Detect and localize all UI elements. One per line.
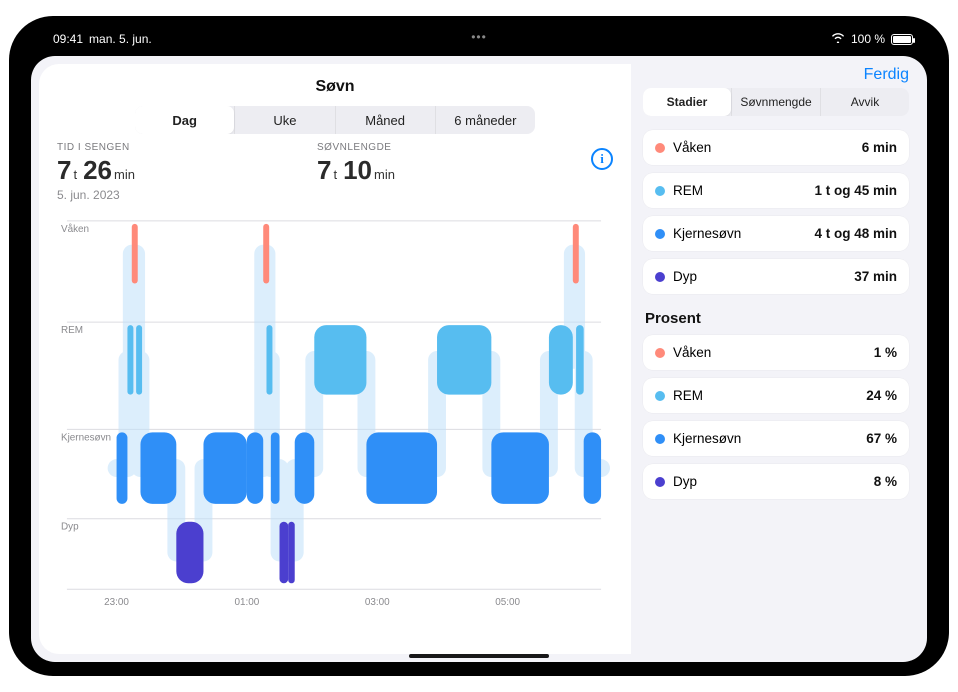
- battery-icon: [891, 34, 913, 45]
- range-tab-day[interactable]: Dag: [135, 106, 234, 134]
- stage-value: 67 %: [866, 431, 897, 446]
- core-color-dot: [655, 434, 665, 444]
- summary-metrics: TID I SENGEN 7t26min 5. jun. 2023 SØVNLE…: [57, 142, 613, 202]
- percent-card-rem[interactable]: REM 24 %: [643, 378, 909, 413]
- done-button[interactable]: Ferdig: [643, 66, 909, 84]
- stage-value: 24 %: [866, 388, 897, 403]
- sleep-hypnogram-chart[interactable]: Våken REM Kjernesøvn Dyp 23:00 01:00 03:00 05:0…: [57, 208, 613, 648]
- home-indicator[interactable]: [409, 654, 549, 658]
- percent-card-awake[interactable]: Våken 1 %: [643, 335, 909, 370]
- awake-color-dot: [655, 348, 665, 358]
- rem-color-dot: [655, 391, 665, 401]
- stage-label: Kjernesøvn: [673, 431, 741, 446]
- awake-color-dot: [655, 143, 665, 153]
- stage-label: REM: [673, 183, 703, 198]
- svg-text:Dyp: Dyp: [61, 522, 79, 533]
- stage-label: Våken: [673, 345, 711, 360]
- status-bar: 09:41 man. 5. jun. 100 %: [53, 30, 913, 48]
- info-icon[interactable]: i: [591, 148, 613, 170]
- stage-value: 1 %: [874, 345, 897, 360]
- svg-text:01:00: 01:00: [235, 597, 260, 608]
- percent-heading: Prosent: [645, 310, 909, 327]
- stage-label: Våken: [673, 140, 711, 155]
- sidebar-panel: Ferdig Stadier Søvnmengde Avvik Våken 6 m…: [631, 56, 927, 662]
- app-screen: Søvn Dag Uke Måned 6 måneder TID I SENGE…: [31, 56, 927, 662]
- rem-color-dot: [655, 186, 665, 196]
- stage-label: REM: [673, 388, 703, 403]
- svg-text:23:00: 23:00: [104, 597, 129, 608]
- svg-text:Våken: Våken: [61, 224, 89, 235]
- range-tab-week[interactable]: Uke: [234, 106, 334, 134]
- stage-value: 37 min: [854, 269, 897, 284]
- deep-color-dot: [655, 272, 665, 282]
- detail-tab-deviation[interactable]: Avvik: [820, 88, 909, 116]
- main-panel: Søvn Dag Uke Måned 6 måneder TID I SENGE…: [39, 64, 631, 654]
- stage-value: 4 t og 48 min: [814, 226, 897, 241]
- stage-value: 6 min: [862, 140, 897, 155]
- svg-text:03:00: 03:00: [365, 597, 390, 608]
- device-frame: ••• 09:41 man. 5. jun. 100 % Søvn Dag Uk…: [9, 16, 949, 676]
- metric-date: 5. jun. 2023: [57, 188, 257, 202]
- svg-text:Kjernesøvn: Kjernesøvn: [61, 432, 111, 443]
- stage-label: Dyp: [673, 474, 697, 489]
- range-segmented-control[interactable]: Dag Uke Måned 6 måneder: [135, 106, 535, 134]
- duration-card-awake[interactable]: Våken 6 min: [643, 130, 909, 165]
- detail-tab-stages[interactable]: Stadier: [643, 88, 731, 116]
- stage-label: Kjernesøvn: [673, 226, 741, 241]
- status-time: 09:41: [53, 32, 83, 46]
- stage-value: 8 %: [874, 474, 897, 489]
- battery-percent: 100 %: [851, 32, 885, 46]
- range-tab-6months[interactable]: 6 måneder: [435, 106, 535, 134]
- duration-card-core[interactable]: Kjernesøvn 4 t og 48 min: [643, 216, 909, 251]
- duration-card-rem[interactable]: REM 1 t og 45 min: [643, 173, 909, 208]
- status-date: man. 5. jun.: [89, 32, 152, 46]
- wifi-icon: [831, 32, 845, 46]
- percent-card-deep[interactable]: Dyp 8 %: [643, 464, 909, 499]
- core-color-dot: [655, 229, 665, 239]
- metric-time-asleep: SØVNLENGDE 7t10min: [317, 142, 517, 202]
- svg-text:REM: REM: [61, 325, 83, 336]
- detail-tab-amount[interactable]: Søvnmengde: [731, 88, 820, 116]
- stage-value: 1 t og 45 min: [814, 183, 897, 198]
- range-tab-month[interactable]: Måned: [335, 106, 435, 134]
- percent-card-core[interactable]: Kjernesøvn 67 %: [643, 421, 909, 456]
- detail-segmented-control[interactable]: Stadier Søvnmengde Avvik: [643, 88, 909, 116]
- svg-text:05:00: 05:00: [495, 597, 520, 608]
- metric-time-in-bed: TID I SENGEN 7t26min 5. jun. 2023: [57, 142, 257, 202]
- page-title: Søvn: [57, 78, 613, 96]
- stage-label: Dyp: [673, 269, 697, 284]
- duration-card-deep[interactable]: Dyp 37 min: [643, 259, 909, 294]
- deep-color-dot: [655, 477, 665, 487]
